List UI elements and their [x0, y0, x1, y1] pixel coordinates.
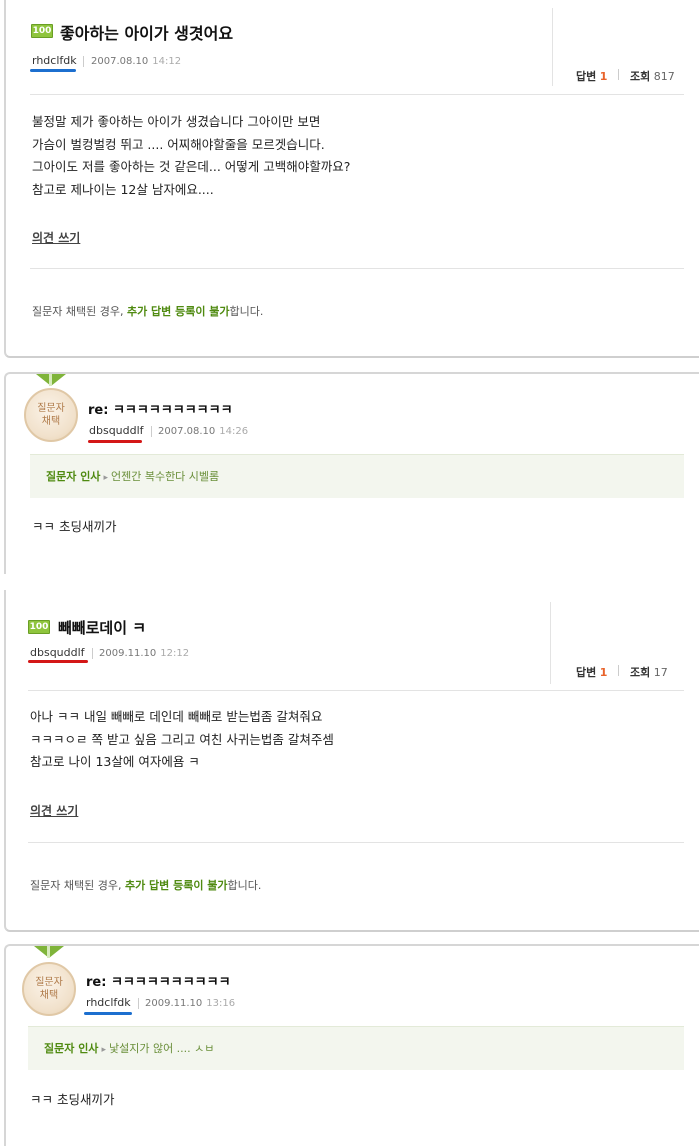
question-body: 아나 ㅋㅋ 내일 빼빼로 데인데 빼빼로 받는법좀 갈쳐줘요 ㅋㅋㅋㅇㄹ 쪽 받…	[30, 709, 334, 769]
divider	[28, 690, 684, 691]
separator	[618, 69, 619, 80]
post-date: 2009.11.10 13:16	[145, 998, 236, 1009]
answer-body: ㅋㅋ 초딩새끼가	[30, 1092, 115, 1107]
answer-title: re: ㅋㅋㅋㅋㅋㅋㅋㅋㅋㅋ	[86, 975, 231, 990]
write-opinion-link[interactable]: 의견 쓰기	[32, 229, 80, 246]
divider	[28, 842, 684, 843]
question-body: 불정말 제가 좋아하는 아이가 생겼습니다 그아이만 보면 가슴이 벌컹벌컹 뛰…	[32, 114, 351, 197]
section-gap	[0, 574, 699, 590]
author-highlight	[30, 69, 76, 72]
write-opinion-link[interactable]: 의견 쓰기	[30, 802, 78, 819]
answer-title: re: ㅋㅋㅋㅋㅋㅋㅋㅋㅋㅋ	[88, 403, 233, 418]
author-highlight	[84, 1012, 132, 1015]
author-name[interactable]: dbsquddlf	[30, 646, 85, 659]
adoption-notice: 질문자 채택된 경우, 추가 답변 등록이 불가합니다.	[30, 879, 262, 892]
adopted-medal-icon: 질문자 채택	[24, 388, 78, 442]
post-date: 2007.08.10 14:12	[91, 56, 182, 67]
answer-count: 답변 1	[576, 70, 608, 83]
separator	[92, 648, 93, 659]
adopted-medal-icon: 질문자 채택	[22, 962, 76, 1016]
view-count: 조회 817	[630, 70, 675, 83]
greeting-label: 질문자 인사	[46, 470, 101, 483]
question-card-1: 100 좋아하는 아이가 생겻어요 rhdclfdk 2007.08.10 14:…	[4, 0, 699, 358]
post-date: 2009.11.10 12:12	[99, 648, 190, 659]
author-name[interactable]: rhdclfdk	[32, 54, 77, 67]
stats-divider	[552, 8, 553, 86]
arrow-right-icon: ▸	[103, 473, 108, 483]
divider	[30, 268, 684, 269]
question-title: 빼빼로데이 ㅋ	[58, 619, 147, 637]
author-highlight	[28, 660, 88, 663]
greeting-label: 질문자 인사	[44, 1042, 99, 1055]
question-card-2: 100 빼빼로데이 ㅋ dbsquddlf 2009.11.10 12:12 답변…	[4, 590, 699, 932]
asker-greeting: 질문자 인사 ▸ 언젠간 복수한다 시벨롬	[30, 454, 684, 498]
medal-ribbon-stripe	[47, 946, 50, 958]
greeting-message: 언젠간 복수한다 시벨롬	[110, 470, 220, 483]
stats-divider	[550, 602, 551, 684]
author-highlight	[88, 440, 142, 443]
divider	[30, 94, 684, 95]
view-count: 조회 17	[630, 666, 668, 679]
separator	[83, 56, 84, 67]
points-badge: 100	[31, 24, 53, 38]
asker-greeting: 질문자 인사 ▸ 낯설지가 않어 .... ㅅㅂ	[28, 1026, 684, 1070]
medal-ribbon-stripe	[49, 374, 52, 386]
author-name[interactable]: rhdclfdk	[86, 996, 131, 1009]
author-name[interactable]: dbsquddlf	[89, 424, 144, 437]
answer-body: ㅋㅋ 초딩새끼가	[32, 519, 117, 534]
greeting-message: 낯설지가 않어 .... ㅅㅂ	[108, 1042, 215, 1055]
answer-count: 답변 1	[576, 666, 608, 679]
answer-card-1: 질문자 채택 re: ㅋㅋㅋㅋㅋㅋㅋㅋㅋㅋ dbsquddlf 2007.08.…	[4, 372, 699, 584]
adoption-notice: 질문자 채택된 경우, 추가 답변 등록이 불가합니다.	[32, 305, 264, 318]
post-date: 2007.08.10 14:26	[158, 426, 249, 437]
separator	[618, 665, 619, 676]
separator	[151, 426, 152, 437]
question-title: 좋아하는 아이가 생겻어요	[60, 24, 234, 43]
answer-card-2: 질문자 채택 re: ㅋㅋㅋㅋㅋㅋㅋㅋㅋㅋ rhdclfdk 2009.11.1…	[4, 944, 699, 1146]
arrow-right-icon: ▸	[101, 1045, 106, 1055]
points-badge: 100	[28, 620, 50, 634]
separator	[138, 998, 139, 1009]
